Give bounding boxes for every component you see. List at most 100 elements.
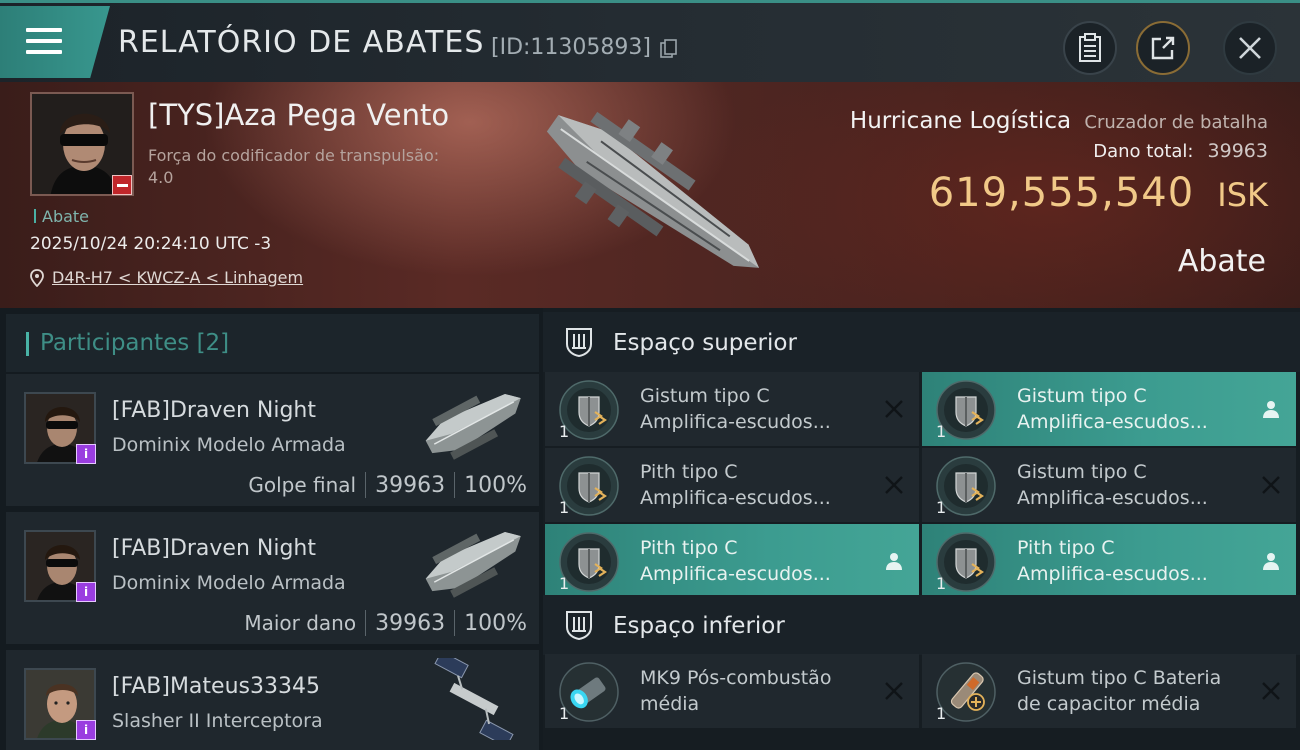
participant-card[interactable]: i [FAB]Draven Night Dominix Modelo Armad… [6, 374, 539, 506]
module-quantity: 1 [936, 574, 947, 593]
module-name: MK9 Pós-combustão [640, 667, 832, 689]
upper-slots-header: Espaço superior [543, 312, 1300, 372]
module-description: Amplifica-escudos... [1017, 411, 1208, 433]
x-icon [1260, 680, 1282, 702]
participant-ship: Dominix Modelo Armada [112, 572, 346, 594]
total-damage-label: Dano total: [1093, 141, 1194, 162]
participant-stats: Maior dano 39963 100% [244, 610, 527, 636]
participant-ship-image [434, 658, 514, 740]
ship-class-text: Cruzador de batalha [1084, 112, 1268, 133]
location-pin-icon [30, 268, 44, 287]
report-id: [ID:11305893] [491, 35, 651, 60]
module-name: Pith tipo C [640, 461, 738, 483]
module-description: Amplifica-escudos... [640, 563, 831, 585]
participant-percent: 100% [464, 610, 527, 636]
lower-slots-header: Espaço inferior [543, 595, 1300, 655]
clipboard-icon [1079, 33, 1101, 62]
participants-panel: Participantes [2] i [FAB]Draven Night Do… [0, 308, 543, 750]
module-tile[interactable]: 1 Pith tipo C Amplifica-escudos... [545, 524, 919, 598]
participant-percent: 100% [464, 472, 527, 498]
ship-name-text: Hurricane Logística [849, 108, 1072, 134]
module-name: Pith tipo C [1017, 537, 1115, 559]
participant-damage: 39963 [375, 472, 446, 498]
participant-ship-image [425, 394, 521, 460]
victim-banner: [TYS]Aza Pega Vento Força do codificador… [0, 82, 1300, 308]
victim-ship-image [546, 111, 760, 268]
person-icon [883, 550, 905, 572]
person-icon [1260, 398, 1282, 420]
participant-ship-image [425, 532, 521, 598]
victim-pilot-name[interactable]: [TYS]Aza Pega Vento [148, 98, 449, 132]
module-name: Gistum tipo C [640, 385, 770, 407]
participant-role: Golpe final [248, 473, 357, 497]
x-icon [883, 398, 905, 420]
copy-icon[interactable] [660, 39, 678, 59]
module-description: Amplifica-escudos... [1017, 487, 1208, 509]
kill-location[interactable]: D4R-H7 < KWCZ-A < Linhagem [30, 268, 303, 287]
module-description: Amplifica-escudos... [640, 487, 831, 509]
pilot-info-badge: i [76, 444, 96, 464]
page-title: RELATÓRIO DE ABATES [118, 25, 485, 60]
module-description: média [640, 693, 700, 715]
participant-name: [FAB]Draven Night [112, 398, 317, 423]
module-name: Gistum tipo C Bateria [1017, 667, 1222, 689]
fitting-panel: Espaço superior 1 Gistum tipo C Amplifica-… [543, 308, 1300, 750]
module-quantity: 1 [559, 704, 570, 723]
pilot-info-badge: i [76, 720, 96, 740]
participant-damage: 39963 [375, 610, 446, 636]
participants-header: Participantes [2] [6, 314, 539, 372]
warp-scrambler-label: Força do codificador de transpulsão: [148, 146, 440, 165]
x-icon [883, 474, 905, 496]
menu-button[interactable] [0, 6, 110, 78]
high-slot-icon [566, 328, 592, 358]
module-quantity: 1 [936, 422, 947, 441]
participant-name: [FAB]Mateus33345 [112, 674, 320, 699]
module-quantity: 1 [559, 574, 570, 593]
total-damage-value: 39963 [1207, 140, 1268, 162]
victim-status-badge [112, 175, 132, 195]
module-tile[interactable]: 1 Gistum tipo C Amplifica-escudos... [922, 448, 1296, 522]
participant-stats: Golpe final 39963 100% [248, 472, 527, 498]
module-tile[interactable]: 1 Gistum tipo C Amplifica-escudos... [922, 372, 1296, 446]
location-text[interactable]: D4R-H7 < KWCZ-A < Linhagem [52, 268, 303, 287]
participant-ship: Dominix Modelo Armada [112, 434, 346, 456]
participant-ship: Slasher II Interceptora [112, 710, 323, 732]
low-slot-icon [566, 611, 592, 641]
top-bar: RELATÓRIO DE ABATES [ID:11305893] [0, 0, 1300, 82]
module-tile[interactable]: 1 Gistum tipo C Bateria de capacitor média [922, 654, 1296, 728]
x-icon [1260, 474, 1282, 496]
kill-type-label: Abate [1177, 244, 1266, 279]
isk-value-line: 619,555,540 ISK [929, 170, 1268, 216]
warp-scrambler-value: 4.0 [148, 168, 174, 187]
module-tile[interactable]: 1 Pith tipo C Amplifica-escudos... [545, 448, 919, 522]
module-description: Amplifica-escudos... [640, 411, 831, 433]
victim-ship-name[interactable]: Hurricane Logística Cruzador de batalha [850, 108, 1268, 134]
module-tile[interactable]: 1 Gistum tipo C Amplifica-escudos... [545, 372, 919, 446]
module-quantity: 1 [559, 422, 570, 441]
participant-role: Maior dano [244, 611, 357, 635]
hamburger-icon [26, 28, 62, 56]
x-icon [883, 680, 905, 702]
close-icon [1239, 37, 1261, 59]
share-icon [1151, 36, 1175, 60]
isk-value: 619,555,540 [928, 170, 1195, 216]
total-damage: Dano total: 39963 [1093, 140, 1268, 162]
participant-card[interactable]: i [FAB]Mateus33345 Slasher II Intercepto… [6, 650, 539, 750]
module-tile[interactable]: 1 Pith tipo C Amplifica-escudos... [922, 524, 1296, 598]
module-quantity: 1 [936, 498, 947, 517]
module-quantity: 1 [559, 498, 570, 517]
kill-datetime: 2025/10/24 20:24:10 UTC -3 [30, 234, 272, 254]
participant-card[interactable]: i [FAB]Draven Night Dominix Modelo Armad… [6, 512, 539, 644]
person-icon [1260, 550, 1282, 572]
pilot-info-badge: i [76, 582, 96, 602]
module-quantity: 1 [936, 704, 947, 723]
module-name: Gistum tipo C [1017, 385, 1147, 407]
participant-name: [FAB]Draven Night [112, 536, 317, 561]
participants-title: Participantes [2] [40, 330, 230, 356]
close-button[interactable] [1223, 21, 1277, 75]
module-name: Pith tipo C [640, 537, 738, 559]
isk-unit: ISK [1217, 176, 1268, 214]
share-button[interactable] [1136, 21, 1190, 75]
clipboard-button[interactable] [1063, 21, 1117, 75]
module-tile[interactable]: 1 MK9 Pós-combustão média [545, 654, 919, 728]
